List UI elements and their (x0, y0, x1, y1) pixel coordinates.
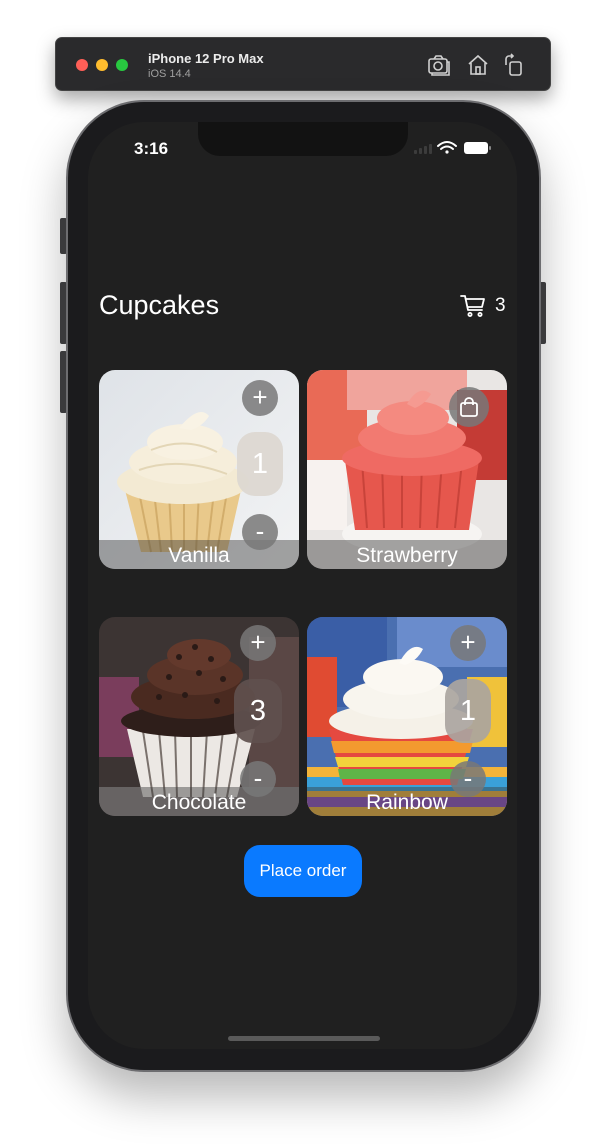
home-indicator[interactable] (228, 1036, 380, 1041)
add-to-bag-button[interactable] (449, 387, 489, 427)
status-time: 3:16 (134, 139, 169, 158)
zoom-window-button[interactable] (116, 59, 128, 71)
notch (198, 122, 408, 156)
minimize-window-button[interactable] (96, 59, 108, 71)
place-order-button[interactable]: Place order (244, 845, 362, 897)
screenshot-icon[interactable] (427, 53, 451, 77)
decrease-quantity-button[interactable]: - (450, 761, 486, 797)
cupcake-card-vanilla[interactable]: Vanilla + 1 - (99, 370, 299, 569)
cart-icon (460, 295, 485, 317)
home-icon[interactable] (466, 53, 490, 77)
cart-button[interactable]: 3 (460, 294, 510, 320)
close-window-button[interactable] (76, 59, 88, 71)
cupcake-name: Chocolate (151, 791, 247, 814)
quantity-badge: 3 (234, 679, 282, 743)
device-name: iPhone 12 Pro Max (148, 51, 264, 66)
decrease-quantity-button[interactable]: - (242, 514, 278, 550)
phone-screen: 3:16 Cupcakes 3 Vanilla + 1 - Strawberry… (88, 122, 517, 1049)
wifi-icon (437, 141, 457, 154)
shopping-bag-icon (460, 397, 478, 417)
page-title: Cupcakes (99, 290, 220, 320)
cupcake-card-strawberry[interactable]: Strawberry (307, 370, 507, 569)
cupcake-name: Strawberry (356, 544, 458, 567)
os-version: iOS 14.4 (148, 68, 191, 80)
signal-icon (414, 144, 432, 154)
quantity-badge: 1 (237, 432, 283, 496)
rotate-icon[interactable] (502, 53, 526, 77)
status-icons (414, 138, 494, 158)
increase-quantity-button[interactable]: + (240, 625, 276, 661)
cupcake-name: Vanilla (168, 544, 230, 567)
increase-quantity-button[interactable]: + (450, 625, 486, 661)
cupcake-name: Rainbow (366, 791, 448, 814)
cart-count: 3 (495, 295, 506, 316)
quantity-badge: 1 (445, 679, 491, 743)
decrease-quantity-button[interactable]: - (240, 761, 276, 797)
increase-quantity-button[interactable]: + (242, 380, 278, 416)
cupcake-card-chocolate[interactable]: Chocolate + 3 - (99, 617, 299, 816)
battery-icon (464, 142, 491, 154)
simulator-toolbar: iPhone 12 Pro Max iOS 14.4 (55, 37, 551, 91)
cupcake-card-rainbow[interactable]: Rainbow + 1 - (307, 617, 507, 816)
